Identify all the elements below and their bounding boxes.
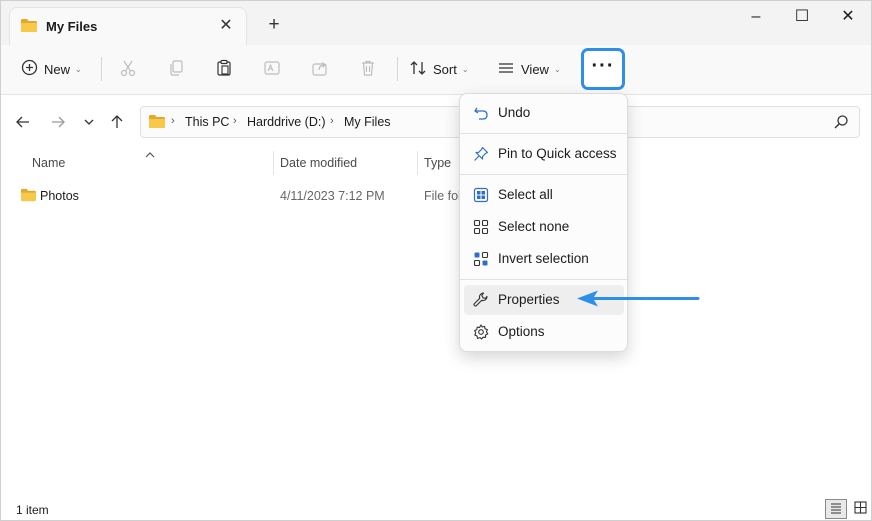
details-view-button[interactable] xyxy=(825,499,847,519)
column-divider[interactable] xyxy=(273,151,274,175)
command-bar: New ⌄ Sort ⌄ View ⌄ xyxy=(1,45,871,95)
tiles-view-icon xyxy=(853,501,867,517)
share-icon xyxy=(311,59,329,80)
rename-button[interactable] xyxy=(256,53,288,85)
new-button[interactable]: New ⌄ xyxy=(21,53,82,85)
menu-item-select-all[interactable]: Select all xyxy=(464,180,624,210)
rename-icon xyxy=(263,59,281,80)
paste-button[interactable] xyxy=(208,53,240,85)
chevron-down-icon xyxy=(83,116,95,131)
sort-button[interactable]: Sort ⌄ xyxy=(409,53,469,85)
file-date-modified: 4/11/2023 7:12 PM xyxy=(280,189,385,203)
back-button[interactable] xyxy=(11,111,35,135)
breadcrumb-separator: › xyxy=(330,115,334,127)
forward-button[interactable] xyxy=(46,111,70,135)
menu-item-pin-to-quick-access[interactable]: Pin to Quick access xyxy=(464,139,624,169)
toolbar-separator xyxy=(397,57,398,81)
new-tab-button[interactable]: + xyxy=(261,13,287,39)
gear-icon xyxy=(472,323,490,341)
recent-locations-button[interactable] xyxy=(77,111,101,135)
menu-item-label: Properties xyxy=(498,292,560,307)
column-header-date-modified[interactable]: Date modified xyxy=(280,156,357,170)
share-button[interactable] xyxy=(304,53,336,85)
sort-ascending-icon xyxy=(145,147,155,162)
folder-icon xyxy=(20,188,37,205)
menu-item-label: Undo xyxy=(498,105,531,120)
minimize-button[interactable]: – xyxy=(733,1,779,33)
menu-item-label: Invert selection xyxy=(498,251,589,266)
breadcrumb-my-files[interactable]: My Files xyxy=(344,115,391,129)
chevron-down-icon: ⌄ xyxy=(553,64,561,74)
breadcrumb-this-pc[interactable]: This PC xyxy=(185,115,229,129)
more-options-icon: ··· xyxy=(591,55,615,77)
select-none-icon xyxy=(472,218,490,236)
menu-separator xyxy=(460,174,627,175)
file-row[interactable]: Photos 4/11/2023 7:12 PM File folder xyxy=(1,184,461,208)
folder-icon xyxy=(148,114,166,132)
tab-my-files[interactable]: My Files ✕ xyxy=(9,7,247,45)
column-header-type[interactable]: Type xyxy=(424,156,451,170)
clipboard-icon xyxy=(215,59,233,80)
cut-button[interactable] xyxy=(112,53,144,85)
wrench-icon xyxy=(472,291,490,309)
sort-icon xyxy=(409,59,427,80)
menu-item-label: Select none xyxy=(498,219,570,234)
view-button[interactable]: View ⌄ xyxy=(497,53,561,85)
menu-separator xyxy=(460,133,627,134)
sort-button-label: Sort xyxy=(433,61,457,77)
column-header-name[interactable]: Name xyxy=(32,156,65,170)
menu-separator xyxy=(460,279,627,280)
breadcrumb-separator: › xyxy=(233,115,237,127)
folder-icon xyxy=(20,18,38,36)
address-row: › This PC › Harddrive (D:) › My Files xyxy=(1,96,871,150)
view-button-label: View xyxy=(521,61,549,77)
trash-icon xyxy=(359,59,377,80)
see-more-menu: Undo Pin to Quick access Select all Sele… xyxy=(459,93,628,352)
chevron-down-icon: ⌄ xyxy=(461,64,469,74)
menu-item-label: Options xyxy=(498,324,545,339)
file-explorer-window: My Files ✕ + – ☐ ✕ New ⌄ Sort ⌄ View ⌄ ·… xyxy=(0,0,872,521)
copy-button[interactable] xyxy=(160,53,192,85)
status-item-count: 1 item xyxy=(16,503,49,517)
undo-icon xyxy=(472,104,490,122)
scissors-icon xyxy=(119,59,137,80)
tab-title: My Files xyxy=(46,19,98,34)
tab-strip: My Files ✕ + – ☐ ✕ xyxy=(1,1,871,45)
plus-circle-icon xyxy=(21,59,38,79)
delete-button[interactable] xyxy=(352,53,384,85)
see-more-button[interactable]: ··· xyxy=(581,48,625,90)
maximize-button[interactable]: ☐ xyxy=(779,1,825,33)
chevron-down-icon: ⌄ xyxy=(75,64,82,74)
menu-item-select-none[interactable]: Select none xyxy=(464,212,624,242)
select-all-icon xyxy=(472,186,490,204)
column-divider[interactable] xyxy=(417,151,418,175)
invert-selection-icon xyxy=(472,250,490,268)
arrow-right-icon xyxy=(50,114,66,133)
view-list-icon xyxy=(497,59,515,80)
menu-item-options[interactable]: Options xyxy=(464,317,624,347)
menu-item-label: Pin to Quick access xyxy=(498,146,617,161)
file-name: Photos xyxy=(40,189,79,203)
close-button[interactable]: ✕ xyxy=(825,1,871,33)
toolbar-separator xyxy=(101,57,102,81)
menu-item-undo[interactable]: Undo xyxy=(464,98,624,128)
up-button[interactable] xyxy=(105,111,129,135)
tab-close-icon[interactable]: ✕ xyxy=(214,14,238,38)
annotation-arrow-icon xyxy=(576,289,700,312)
pin-icon xyxy=(472,145,490,163)
file-type: File folder xyxy=(424,189,460,203)
details-view-icon xyxy=(830,502,842,517)
new-button-label: New xyxy=(44,61,71,77)
breadcrumb-separator: › xyxy=(171,115,175,127)
copy-icon xyxy=(167,59,185,80)
menu-item-invert-selection[interactable]: Invert selection xyxy=(464,244,624,274)
arrow-left-icon xyxy=(15,114,31,133)
breadcrumb-harddrive[interactable]: Harddrive (D:) xyxy=(247,115,326,129)
tiles-view-button[interactable] xyxy=(850,499,870,519)
arrow-up-icon xyxy=(109,114,125,133)
menu-item-label: Select all xyxy=(498,187,553,202)
search-icon[interactable] xyxy=(833,114,849,133)
